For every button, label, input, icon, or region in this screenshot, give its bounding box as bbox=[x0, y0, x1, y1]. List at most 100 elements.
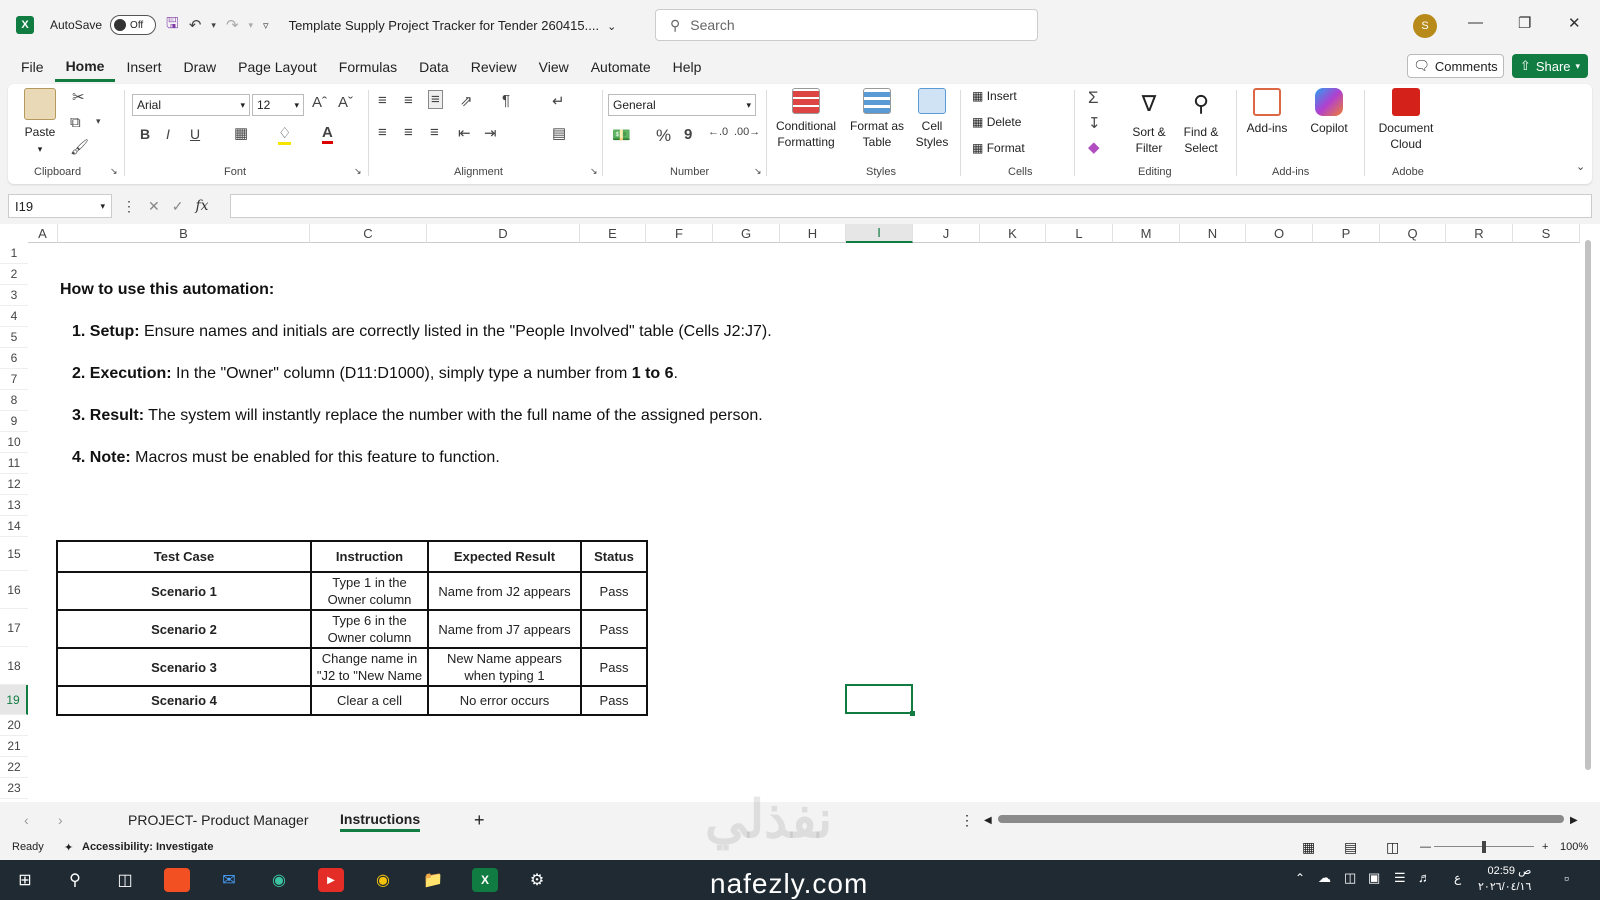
table-cell[interactable]: Scenario 2 bbox=[56, 609, 312, 649]
table-cell[interactable]: Pass bbox=[580, 571, 648, 611]
bold-button[interactable]: B bbox=[140, 126, 150, 142]
excel-taskbar-icon[interactable]: X bbox=[472, 868, 498, 892]
table-cell[interactable]: Scenario 1 bbox=[56, 571, 312, 611]
table-header[interactable]: Status bbox=[580, 540, 648, 573]
copy-icon[interactable]: ⧉ bbox=[70, 114, 81, 131]
align-right-icon[interactable]: ≡ bbox=[430, 124, 439, 141]
align-center-icon[interactable]: ≡ bbox=[404, 124, 413, 141]
copy-dropdown-icon[interactable]: ▾ bbox=[96, 116, 101, 127]
document-cloud-button[interactable]: Document Cloud bbox=[1372, 88, 1440, 152]
copilot-button[interactable]: Copilot bbox=[1304, 88, 1354, 136]
font-size-select[interactable]: 12 ▾ bbox=[252, 94, 304, 116]
orientation-icon[interactable]: ⇗ bbox=[460, 92, 473, 110]
tab-help[interactable]: Help bbox=[662, 52, 713, 82]
column-header[interactable]: P bbox=[1313, 224, 1380, 243]
youtube-icon[interactable]: ▶ bbox=[318, 868, 344, 892]
conditional-formatting-button[interactable]: Conditional Formatting bbox=[770, 88, 842, 150]
row-header[interactable]: 3 bbox=[0, 285, 28, 306]
accessibility-icon[interactable]: ✦ bbox=[64, 841, 73, 854]
row-header[interactable]: 21 bbox=[0, 736, 28, 757]
row-header-selected[interactable]: 19 bbox=[0, 685, 28, 715]
row-header[interactable]: 12 bbox=[0, 474, 28, 495]
row-header[interactable]: 14 bbox=[0, 516, 28, 537]
store-icon[interactable] bbox=[164, 868, 190, 892]
volume-icon[interactable]: ♬ bbox=[1418, 870, 1431, 885]
sheet-options-icon[interactable]: ⋮ bbox=[960, 808, 974, 832]
zoom-out-icon[interactable]: — bbox=[1420, 841, 1431, 853]
table-cell[interactable]: New Name appears when typing 1 bbox=[427, 647, 582, 687]
row-header[interactable]: 17 bbox=[0, 609, 28, 647]
add-sheet-button[interactable]: + bbox=[474, 808, 485, 832]
tab-automate[interactable]: Automate bbox=[580, 52, 662, 82]
delete-cells-button[interactable]: ▦ Delete bbox=[972, 114, 1062, 130]
tab-home[interactable]: Home bbox=[54, 52, 116, 82]
windows-start-icon[interactable]: ⊞ bbox=[12, 868, 38, 892]
search-box[interactable]: ⚲ Search bbox=[655, 9, 1038, 41]
autosave-toggle[interactable]: Off bbox=[110, 15, 157, 35]
decrease-indent-icon[interactable]: ⇤ bbox=[458, 124, 471, 142]
share-button[interactable]: ⇧ Share ▾ bbox=[1512, 54, 1588, 78]
row-header[interactable]: 10 bbox=[0, 432, 28, 453]
row-header[interactable]: 9 bbox=[0, 411, 28, 432]
restore-icon[interactable]: ❐ bbox=[1518, 14, 1531, 32]
row-header[interactable]: 7 bbox=[0, 369, 28, 390]
enter-icon[interactable]: ✓ bbox=[172, 198, 184, 215]
insert-function-button[interactable]: fx bbox=[195, 198, 208, 214]
zoom-in-icon[interactable]: + bbox=[1542, 841, 1548, 853]
table-cell[interactable]: No error occurs bbox=[427, 685, 582, 716]
column-header[interactable]: B bbox=[58, 224, 310, 243]
tab-file[interactable]: File bbox=[10, 52, 55, 82]
column-header[interactable]: D bbox=[427, 224, 580, 243]
table-cell[interactable]: Name from J7 appears bbox=[427, 609, 582, 649]
add-ins-button[interactable]: Add-ins bbox=[1242, 88, 1292, 136]
undo-dropdown-icon[interactable]: ▾ bbox=[211, 20, 216, 31]
row-header[interactable]: 13 bbox=[0, 495, 28, 516]
cell-styles-button[interactable]: Cell Styles bbox=[912, 88, 952, 150]
redo-dropdown-icon[interactable]: ▾ bbox=[249, 20, 254, 31]
tab-data[interactable]: Data bbox=[408, 52, 460, 82]
decrease-font-icon[interactable]: Aˇ bbox=[338, 94, 353, 111]
column-header[interactable]: G bbox=[713, 224, 780, 243]
format-painter-icon[interactable]: 🖌 bbox=[70, 138, 89, 156]
increase-indent-icon[interactable]: ⇥ bbox=[484, 124, 497, 142]
column-header[interactable]: J bbox=[913, 224, 980, 243]
row-header[interactable]: 8 bbox=[0, 390, 28, 411]
clear-icon[interactable]: ◆ bbox=[1088, 138, 1100, 156]
settings-gear-icon[interactable]: ⚙ bbox=[524, 868, 550, 892]
increase-decimal-icon[interactable]: ←.0 bbox=[708, 126, 728, 138]
column-header[interactable]: Q bbox=[1380, 224, 1446, 243]
save-icon[interactable]: 🖫 bbox=[166, 13, 179, 38]
accessibility-status[interactable]: Accessibility: Investigate bbox=[82, 841, 213, 853]
wifi-icon[interactable]: ☰ bbox=[1394, 870, 1406, 886]
minimize-icon[interactable]: — bbox=[1468, 14, 1483, 31]
vertical-scrollbar[interactable] bbox=[1584, 230, 1592, 790]
align-top-icon[interactable]: ≡ bbox=[378, 92, 387, 109]
column-header[interactable]: R bbox=[1446, 224, 1513, 243]
borders-icon[interactable]: ▦ bbox=[234, 124, 248, 142]
number-format-select[interactable]: General ▾ bbox=[608, 94, 756, 116]
chrome-icon[interactable]: ◉ bbox=[370, 868, 396, 892]
page-layout-view-icon[interactable]: ▤ bbox=[1344, 839, 1357, 856]
font-launcher-icon[interactable]: ↘ bbox=[354, 166, 362, 177]
row-header[interactable]: 1 bbox=[0, 243, 28, 264]
column-header[interactable]: A bbox=[28, 224, 58, 243]
table-cell[interactable]: Pass bbox=[580, 609, 648, 649]
font-family-select[interactable]: Arial ▾ bbox=[132, 94, 250, 116]
row-header[interactable]: 23 bbox=[0, 778, 28, 799]
scroll-left-icon[interactable]: ◀ bbox=[984, 808, 992, 832]
table-cell[interactable]: Type 6 in the Owner column bbox=[310, 609, 429, 649]
table-cell[interactable]: Clear a cell bbox=[310, 685, 429, 716]
file-explorer-icon[interactable]: 📁 bbox=[420, 868, 446, 892]
table-cell[interactable]: Pass bbox=[580, 647, 648, 687]
italic-button[interactable]: I bbox=[166, 126, 170, 142]
sheet-tab-instructions[interactable]: Instructions bbox=[340, 808, 421, 832]
notifications-icon[interactable]: ▫ bbox=[1564, 870, 1569, 886]
column-header[interactable]: C bbox=[310, 224, 427, 243]
display-icon[interactable]: ◫ bbox=[1344, 870, 1356, 886]
table-cell[interactable]: Pass bbox=[580, 685, 648, 716]
cancel-icon[interactable]: ✕ bbox=[148, 198, 160, 215]
tab-draw[interactable]: Draw bbox=[172, 52, 227, 82]
input-language[interactable]: ع bbox=[1454, 871, 1461, 885]
comments-button[interactable]: 🗨 Comments bbox=[1407, 54, 1504, 78]
onedrive-icon[interactable]: ☁ bbox=[1318, 870, 1331, 886]
